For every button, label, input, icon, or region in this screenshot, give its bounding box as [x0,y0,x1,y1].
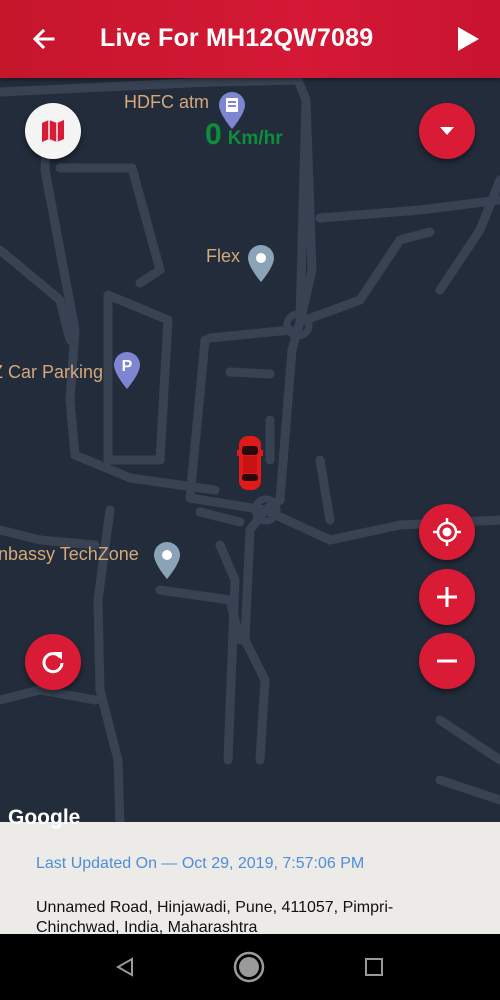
map-icon [42,120,64,142]
zoom-out-button[interactable] [419,633,475,689]
locate-button[interactable] [419,504,475,560]
svg-text:P: P [122,358,133,375]
page-title: Live For MH12QW7089 [100,24,374,52]
parking-pin-icon[interactable]: P [112,350,142,390]
nav-back-button[interactable] [104,946,146,988]
nav-home-icon [233,951,265,983]
place-pin-icon[interactable] [152,540,182,580]
arrow-left-icon [32,28,55,50]
speed-unit: Km/hr [227,128,283,149]
nav-home-button[interactable] [228,946,270,988]
place-pin-icon[interactable] [246,243,276,283]
zoom-in-button[interactable] [419,569,475,625]
refresh-icon [42,652,64,674]
caret-down-icon [440,127,454,135]
plus-icon [437,587,457,607]
collapse-button[interactable] [419,103,475,159]
last-updated-text: Last Updated On — Oct 29, 2019, 7:57:06 … [36,855,365,872]
poi-label-flex[interactable]: Flex [206,246,240,267]
crosshair-icon [433,518,461,546]
map-view[interactable]: HDFC atm Flex Z Car Parking P nbassy Tec… [0,78,500,824]
google-attribution: Google [8,806,81,829]
play-button[interactable] [446,17,490,61]
system-nav-bar [0,934,500,1000]
nav-recents-button[interactable] [353,946,395,988]
nav-recents-icon [365,958,383,976]
play-icon [458,27,479,51]
address-text: Unnamed Road, Hinjawadi, Pune, 411057, P… [36,899,394,934]
speed-value: 0 [205,118,222,151]
nav-back-icon [115,957,133,977]
back-button[interactable] [22,17,66,61]
car-icon[interactable] [236,434,264,492]
poi-label-embassy[interactable]: nbassy TechZone [0,544,139,565]
info-panel: Last Updated On — Oct 29, 2019, 7:57:06 … [0,822,500,934]
poi-label-parking[interactable]: Z Car Parking [0,362,103,383]
minus-icon [437,659,457,663]
app-bar: Live For MH12QW7089 [0,0,500,78]
refresh-button[interactable] [25,634,81,690]
speed-readout: 0 Km/hr [205,118,283,152]
map-layers-button[interactable] [25,103,81,159]
poi-label-hdfc[interactable]: HDFC atm [124,92,209,113]
